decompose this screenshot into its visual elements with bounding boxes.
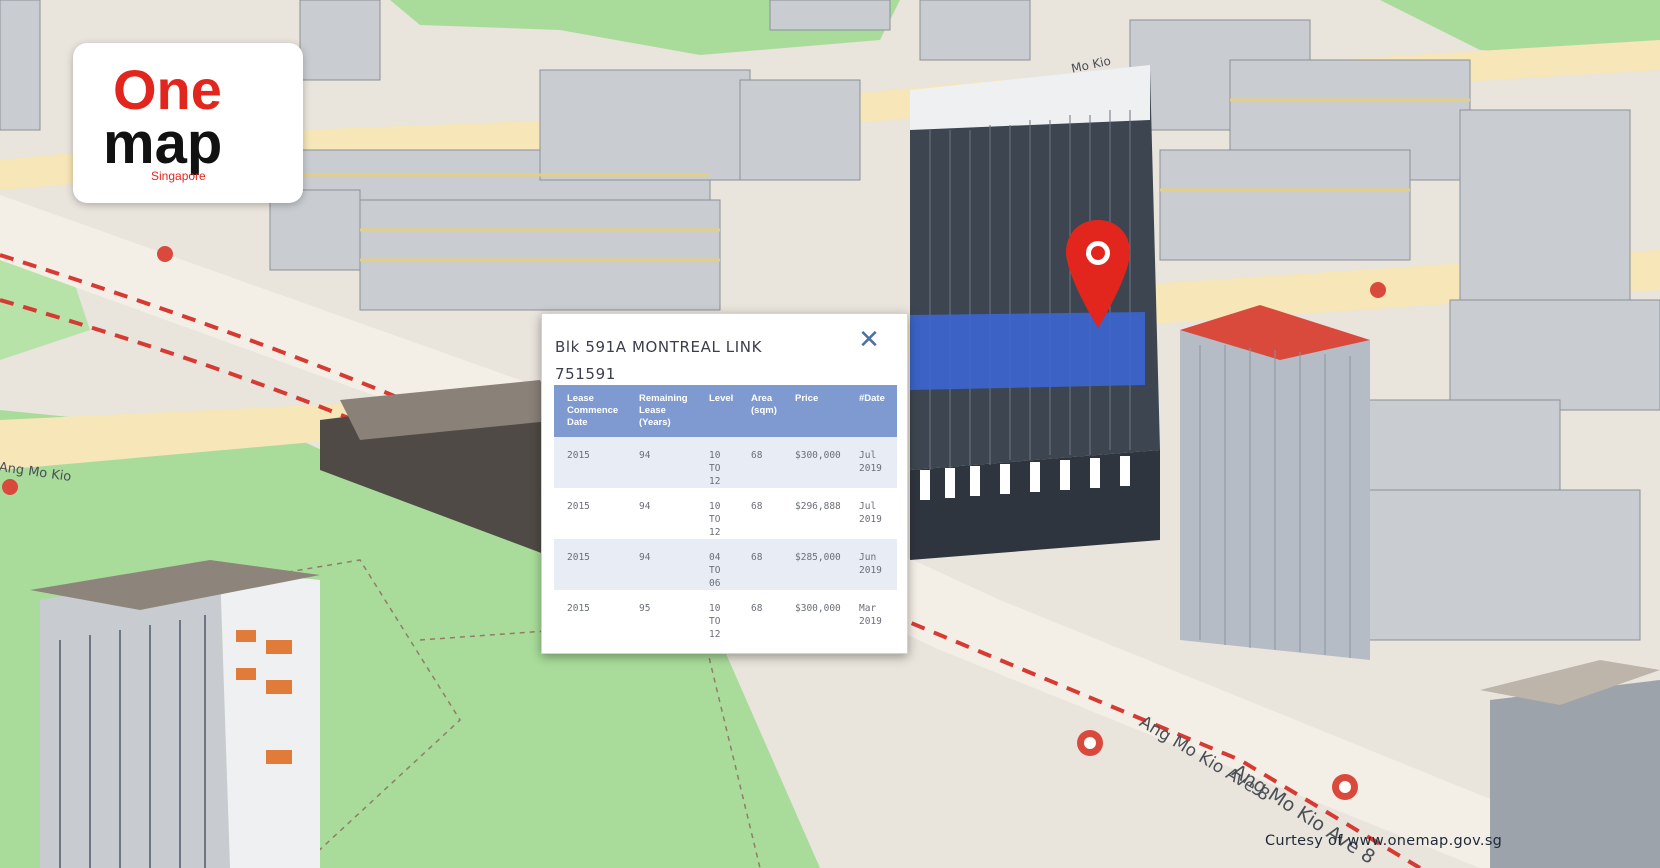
remaining-cell: 95 <box>639 603 651 614</box>
close-icon[interactable]: ✕ <box>853 324 885 356</box>
date-cell: Jul 2019 <box>859 450 882 474</box>
credit-text: Curtesy of www.onemap.gov.sg <box>1265 833 1503 849</box>
area-cell: 68 <box>751 450 763 461</box>
price-cell: $296,888 <box>795 501 841 512</box>
remaining-cell: 94 <box>639 501 651 512</box>
date-cell: Jul 2019 <box>859 501 882 525</box>
column-header-remaining-lease: Remaining Lease (Years) <box>639 393 688 428</box>
popup-title: Blk 591A MONTREAL LINK 751591 <box>555 334 845 388</box>
level-cell: 10 TO 12 <box>709 450 721 487</box>
column-header-area: Area (sqm) <box>751 393 777 416</box>
popup-address: Blk 591A MONTREAL LINK <box>555 338 763 356</box>
price-cell: $300,000 <box>795 450 841 461</box>
popup-postal-code: 751591 <box>555 365 616 383</box>
column-header-level: Level <box>709 393 734 404</box>
lease-cell: 2015 <box>567 450 590 461</box>
remaining-cell: 94 <box>639 450 651 461</box>
location-pin-icon[interactable] <box>1062 216 1134 332</box>
area-cell: 68 <box>751 501 763 512</box>
logo-country-text: Singapore <box>151 169 206 183</box>
logo-map-text: map <box>103 111 222 176</box>
table-row: 2015 94 10 TO 12 68 $300,000 Jul 2019 <box>554 437 897 488</box>
price-cell: $285,000 <box>795 552 841 563</box>
column-header-price: Price <box>795 393 819 404</box>
property-info-popup[interactable]: Blk 591A MONTREAL LINK 751591 ✕ Lease Co… <box>541 313 908 654</box>
transactions-table: Lease Commence Date Remaining Lease (Yea… <box>554 385 897 641</box>
level-cell: 10 TO 12 <box>709 603 721 640</box>
table-row: 2015 94 10 TO 12 68 $296,888 Jul 2019 <box>554 488 897 539</box>
date-cell: Mar 2019 <box>859 603 882 627</box>
table-row: 2015 94 04 TO 06 68 $285,000 Jun 2019 <box>554 539 897 590</box>
area-cell: 68 <box>751 603 763 614</box>
onemap-logo: One map Singapore <box>73 43 303 203</box>
area-cell: 68 <box>751 552 763 563</box>
column-header-lease-commence-date: Lease Commence Date <box>567 393 619 428</box>
column-header-date: #Date <box>859 393 885 404</box>
table-header: Lease Commence Date Remaining Lease (Yea… <box>554 385 897 437</box>
remaining-cell: 94 <box>639 552 651 563</box>
lease-cell: 2015 <box>567 603 590 614</box>
level-cell: 04 TO 06 <box>709 552 721 589</box>
table-row: 2015 95 10 TO 12 68 $300,000 Mar 2019 <box>554 590 897 641</box>
date-cell: Jun 2019 <box>859 552 882 576</box>
level-cell: 10 TO 12 <box>709 501 721 538</box>
lease-cell: 2015 <box>567 501 590 512</box>
lease-cell: 2015 <box>567 552 590 563</box>
table-body: 2015 94 10 TO 12 68 $300,000 Jul 2019 20… <box>554 437 897 641</box>
price-cell: $300,000 <box>795 603 841 614</box>
